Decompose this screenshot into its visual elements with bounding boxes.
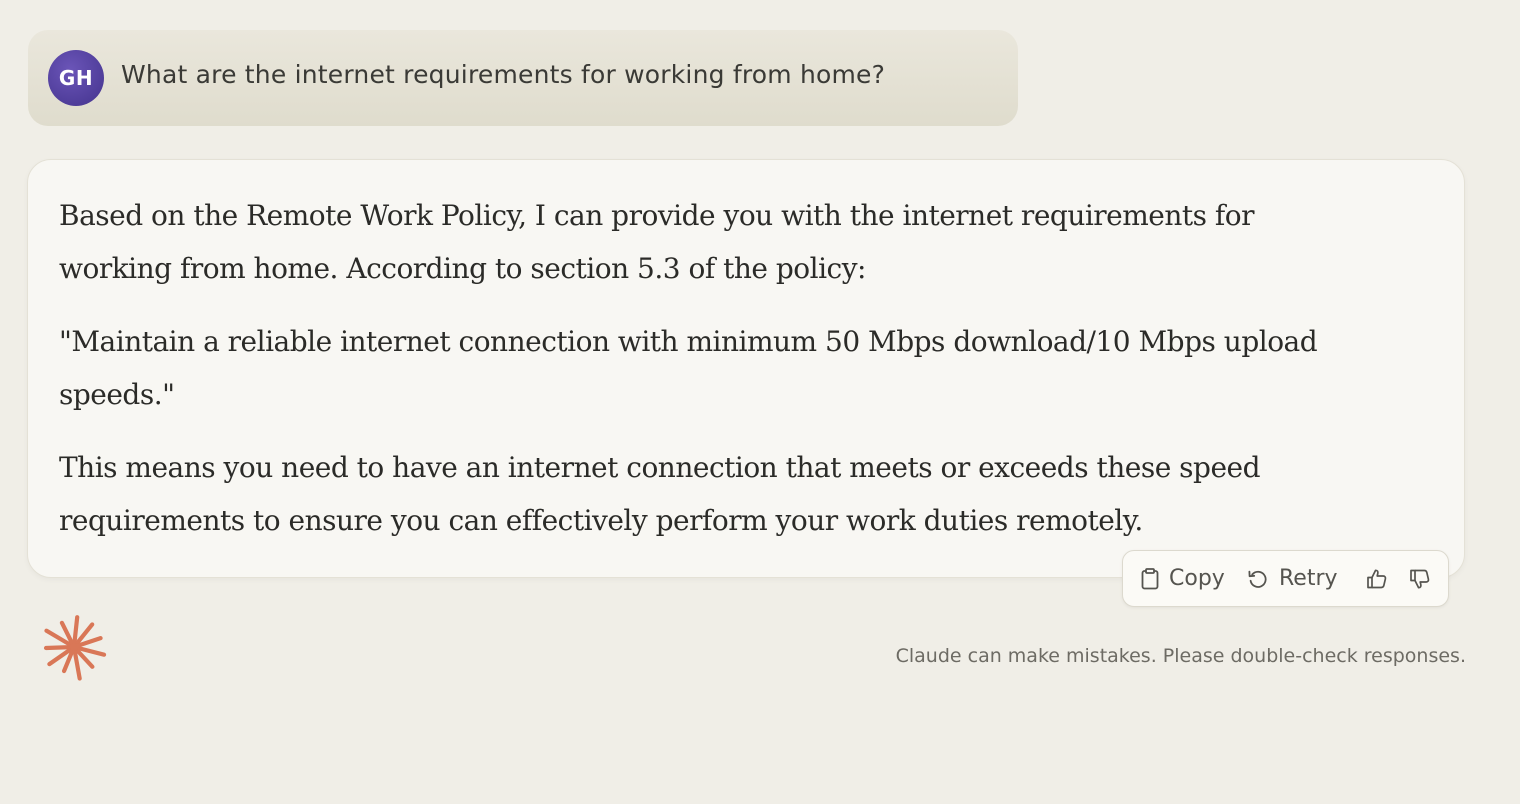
message-action-bar: Copy Retry [1122, 550, 1449, 607]
assistant-message-body: Based on the Remote Work Policy, I can p… [59, 190, 1349, 547]
user-message: GH What are the internet requirements fo… [28, 30, 1018, 126]
thumbs-down-icon [1408, 567, 1432, 591]
user-avatar: GH [48, 50, 104, 106]
assistant-paragraph: "Maintain a reliable internet connection… [59, 325, 1318, 411]
retry-label: Retry [1279, 566, 1338, 591]
assistant-message: Based on the Remote Work Policy, I can p… [27, 159, 1465, 578]
retry-button[interactable]: Retry [1247, 551, 1338, 606]
thumbs-down-button[interactable] [1408, 551, 1432, 606]
copy-button[interactable]: Copy [1141, 551, 1225, 606]
clipboard-icon [1141, 567, 1159, 590]
thumbs-up-icon [1365, 567, 1389, 591]
disclaimer-text: Claude can make mistakes. Please double-… [895, 645, 1466, 667]
assistant-paragraph: Based on the Remote Work Policy, I can p… [59, 199, 1255, 285]
thumbs-up-button[interactable] [1365, 551, 1389, 606]
retry-icon [1247, 568, 1269, 590]
user-message-text: What are the internet requirements for w… [121, 60, 886, 89]
claude-logo-icon [40, 613, 108, 681]
copy-label: Copy [1169, 566, 1225, 591]
assistant-paragraph: This means you need to have an internet … [59, 451, 1261, 537]
